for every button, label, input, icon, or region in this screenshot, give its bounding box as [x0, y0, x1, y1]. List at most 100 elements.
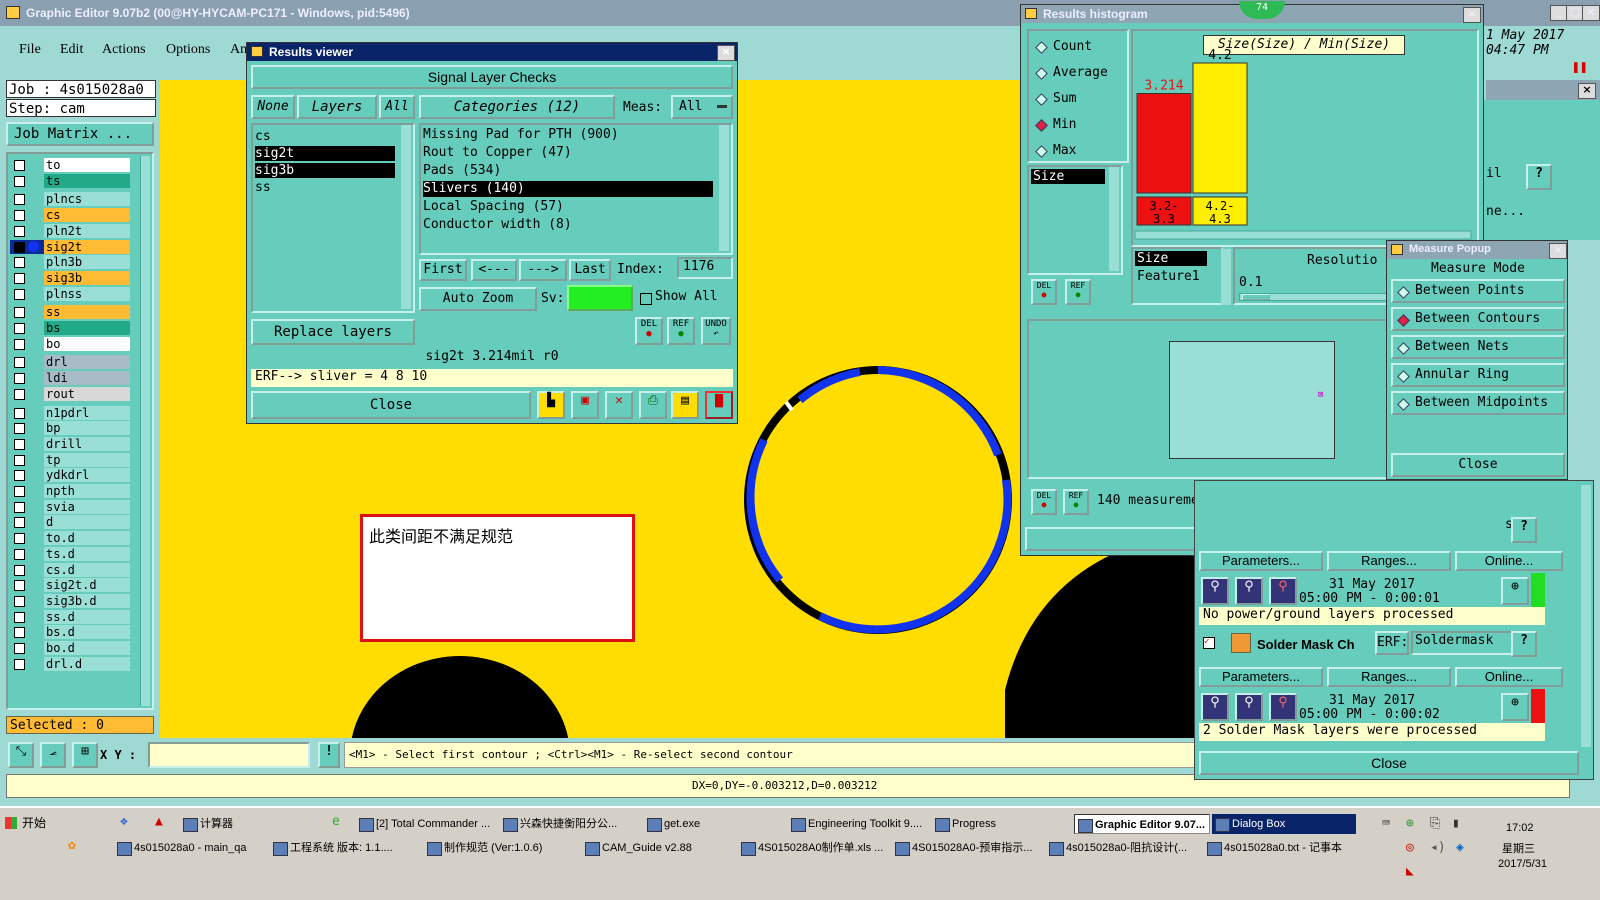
prev-button[interactable]: <---: [471, 259, 517, 281]
ref-button[interactable]: REF ●: [667, 317, 695, 345]
rv-layer-scrollbar[interactable]: [401, 125, 411, 309]
mode-annular-ring[interactable]: Annular Ring: [1391, 363, 1565, 387]
measure-tool-icon[interactable]: ⦟: [40, 742, 66, 768]
layer-list[interactable]: to ts plncs cs pln2t sig2t pln3b sig3b plnss ss bs…: [6, 152, 154, 710]
taskbar-item[interactable]: 4s015028a0-阻抗设计(...: [1046, 838, 1198, 858]
ranges-button-2[interactable]: Ranges...: [1327, 667, 1451, 687]
pdf-icon[interactable]: ▲: [155, 814, 175, 832]
layer-row-rout[interactable]: rout: [10, 386, 130, 401]
layer-affected-checkbox[interactable]: [14, 160, 25, 171]
taskbar-item[interactable]: 4s015028a0 - main_qa: [114, 838, 266, 858]
layer-row-n1pdrl[interactable]: n1pdrl: [10, 405, 130, 420]
layer-row-npth[interactable]: npth: [10, 484, 130, 498]
hist-del-button[interactable]: DEL ●: [1031, 279, 1057, 305]
parameters-button-2[interactable]: Parameters...: [1199, 667, 1323, 687]
layer-affected-checkbox[interactable]: [14, 438, 25, 450]
none-button[interactable]: None: [251, 95, 295, 119]
preview-del-button[interactable]: DEL ●: [1031, 489, 1057, 515]
prompt-alert-icon[interactable]: !: [318, 742, 340, 768]
layer-affected-checkbox[interactable]: [14, 533, 25, 545]
layer-affected-checkbox[interactable]: [14, 486, 25, 497]
layer-affected-checkbox[interactable]: [14, 627, 25, 639]
last-button[interactable]: Last: [569, 259, 611, 281]
layer-affected-checkbox[interactable]: [14, 307, 25, 319]
size-list-scrollbar[interactable]: [1221, 249, 1231, 305]
taskbar-item[interactable]: 4s015028a0.txt - 记事本: [1204, 838, 1356, 858]
category-item[interactable]: Pads (534): [423, 163, 713, 180]
layer-row-cs[interactable]: cs: [10, 208, 130, 223]
meas-dropdown[interactable]: All: [671, 95, 733, 119]
stat-option-count[interactable]: Count: [1033, 37, 1127, 59]
layer-row-to[interactable]: to: [10, 158, 130, 172]
layer-row-to-d[interactable]: to.d: [10, 531, 130, 546]
checklist-scrollbar[interactable]: [1581, 485, 1591, 747]
parameters-button[interactable]: Parameters...: [1199, 551, 1323, 571]
histogram-list-scrollbar[interactable]: [1109, 167, 1119, 271]
quicklaunch-icon[interactable]: ❖: [120, 814, 140, 832]
layer-affected-checkbox[interactable]: [14, 658, 25, 670]
layer-affected-checkbox[interactable]: [14, 564, 25, 576]
layer-row-pln3b[interactable]: pln3b: [10, 255, 130, 270]
layer-row-sig3b-d[interactable]: sig3b.d: [10, 593, 130, 608]
layer-affected-checkbox[interactable]: [14, 454, 25, 466]
layer-affected-checkbox[interactable]: [14, 257, 25, 269]
layer-row-sig2t-d[interactable]: sig2t.d: [10, 578, 130, 593]
rv-layer-item[interactable]: ss: [255, 180, 395, 196]
job-matrix-button[interactable]: Job Matrix ...: [6, 122, 154, 146]
category-item-selected[interactable]: Slivers (140): [423, 181, 713, 197]
clear-results-icon[interactable]: ✕: [605, 391, 633, 419]
layer-affected-checkbox[interactable]: [14, 580, 25, 592]
layer-affected-checkbox[interactable]: [14, 175, 25, 187]
categories-button[interactable]: Categories (12): [419, 95, 615, 119]
layer-row-bo[interactable]: bo: [10, 336, 130, 351]
rv-close-button[interactable]: Close: [251, 391, 531, 419]
close-icon[interactable]: ×: [1582, 5, 1600, 21]
layer-affected-checkbox[interactable]: [14, 210, 25, 222]
next-button[interactable]: --->: [519, 259, 567, 281]
layer-affected-checkbox[interactable]: [14, 501, 25, 513]
run-step-icon[interactable]: ⚲: [1235, 577, 1263, 605]
stop-run-icon[interactable]: ⚲: [1269, 577, 1297, 605]
layer-affected-checkbox[interactable]: [14, 423, 25, 435]
taskbar-item[interactable]: 计算器: [180, 814, 320, 834]
tray-keyboard-icon[interactable]: ⌨: [1382, 816, 1390, 831]
taskbar-item[interactable]: 兴森快捷衡阳分公...: [500, 814, 640, 834]
taskbar-item[interactable]: 4S015028A0-预审指示...: [892, 838, 1044, 858]
layer-row-drill[interactable]: drill: [10, 436, 130, 451]
layer-affected-checkbox[interactable]: [14, 241, 25, 253]
layer-row-bp[interactable]: bp: [10, 421, 130, 436]
checklist-close-icon[interactable]: ×: [1578, 83, 1596, 99]
save-results-icon[interactable]: ▣: [571, 391, 599, 419]
taskbar-item[interactable]: [2] Total Commander ...: [356, 814, 496, 834]
hist-ref-button[interactable]: REF ●: [1065, 279, 1091, 305]
export-icon[interactable]: ⎙: [639, 391, 667, 419]
layer-row-pln2t[interactable]: pln2t: [10, 223, 130, 238]
run-step-icon-2[interactable]: ⚲: [1235, 693, 1263, 721]
solder-mask-checkbox[interactable]: ✓: [1203, 637, 1215, 649]
tray-update-icon[interactable]: ◈: [1456, 840, 1464, 855]
category-scrollbar[interactable]: [719, 125, 729, 251]
mode-between-midpoints[interactable]: Between Midpoints: [1391, 391, 1565, 415]
ie-icon[interactable]: e: [332, 814, 352, 832]
layer-row-sig3b[interactable]: sig3b: [10, 270, 130, 285]
histogram-list-item-selected[interactable]: Size: [1031, 169, 1105, 184]
measure-popup-close-button[interactable]: Close: [1391, 453, 1565, 477]
grid-tool-icon[interactable]: ⊞: [72, 742, 98, 768]
run-icon[interactable]: ⚲: [1201, 577, 1229, 605]
layer-affected-checkbox[interactable]: [14, 643, 25, 654]
rv-category-list[interactable]: Missing Pad for PTH (900) Rout to Copper…: [419, 123, 733, 255]
tray-signal-icon[interactable]: ▮: [1452, 816, 1460, 831]
histogram-icon[interactable]: ▇: [705, 391, 733, 419]
rv-layer-item-selected[interactable]: sig3b: [255, 163, 395, 178]
layer-row-bs[interactable]: bs: [10, 321, 130, 335]
layer-row-ss-d[interactable]: ss.d: [10, 609, 130, 624]
histogram-hscrollbar[interactable]: [1134, 230, 1472, 240]
results-viewer-close-icon[interactable]: ×: [717, 45, 735, 61]
feature-label[interactable]: Feature1: [1135, 269, 1215, 285]
tray-volume-icon[interactable]: ◂): [1430, 840, 1446, 855]
taskbar-item[interactable]: 制作规范 (Ver:1.0.6): [424, 838, 576, 858]
layer-row-ss[interactable]: ss: [10, 305, 130, 320]
stat-option-sum[interactable]: Sum: [1033, 89, 1127, 111]
checklist-close-button[interactable]: Close: [1199, 751, 1579, 775]
mode-between-points[interactable]: Between Points: [1391, 279, 1565, 303]
